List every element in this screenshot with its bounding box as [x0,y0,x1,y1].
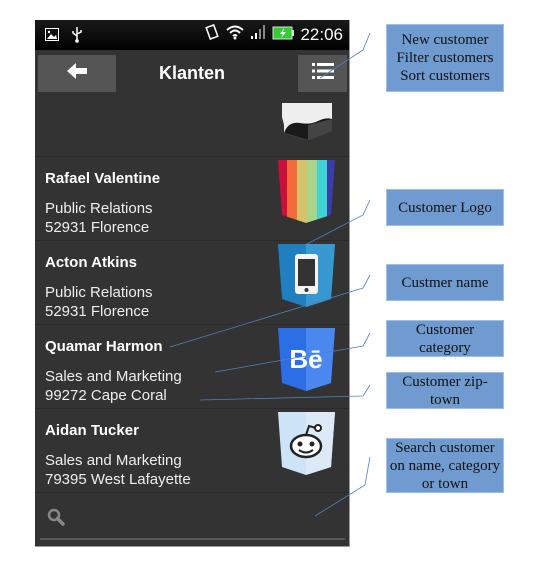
clock-time: 22:06 [300,24,343,44]
search-underline [40,538,345,540]
phone-screen: 22:06 Klanten Rafael Valentine Public Re… [35,20,350,547]
reddit-logo [278,412,335,475]
signal-icon [250,24,266,45]
customer-name: Rafael Valentine [45,170,161,187]
customer-row[interactable]: Acton Atkins Public Relations 52931 Flor… [35,241,349,325]
action-bar: Klanten [35,50,349,100]
svg-text:Bē: Bē [289,344,322,374]
battery-charging-icon [272,25,295,45]
annotation-search: Search customer on name, category or tow… [386,438,504,493]
customer-zip-town: 99272 Cape Coral [45,387,167,404]
customer-zip-town: 52931 Florence [45,303,150,320]
customer-category: Public Relations [45,284,153,301]
search-input[interactable] [73,502,337,530]
wifi-icon [226,24,245,45]
customer-name: Aidan Tucker [45,422,139,439]
customer-row[interactable]: Rafael Valentine Public Relations 52931 … [35,157,349,241]
status-bar: 22:06 [35,20,349,50]
list-menu-icon [311,62,334,85]
search-bar[interactable] [35,490,349,546]
customer-zip-town: 79395 West Lafayette [45,471,191,488]
vibrate-icon [204,24,220,45]
customer-zip-town: 52931 Florence [45,219,150,236]
customer-row[interactable]: Aidan Tucker Sales and Marketing 79395 W… [35,409,349,493]
customer-list: Rafael Valentine Public Relations 52931 … [35,100,349,493]
customer-category: Sales and Marketing [45,368,182,385]
usb-icon [71,26,83,48]
annotation-menu: New customer Filter customers Sort custo… [386,24,504,92]
customer-name: Acton Atkins [45,254,137,271]
annotation-zip-town: Customer zip-town [386,372,504,409]
smartphone-logo [278,244,335,307]
customer-row[interactable]: Quamar Harmon Sales and Marketing 99272 … [35,325,349,409]
image-icon [45,28,59,46]
customer-category: Public Relations [45,200,153,217]
black-white-logo [278,103,335,143]
rainbow-stripes-logo [278,160,335,223]
customer-name: Quamar Harmon [45,338,163,355]
menu-button[interactable] [298,55,347,92]
annotation-logo: Customer Logo [386,189,504,226]
search-icon [47,508,65,531]
behance-logo: Bē [278,328,335,391]
annotation-name: Custmer name [386,264,504,301]
annotation-category: Customer category [386,320,504,357]
customer-category: Sales and Marketing [45,452,182,469]
customer-row[interactable] [35,100,349,157]
